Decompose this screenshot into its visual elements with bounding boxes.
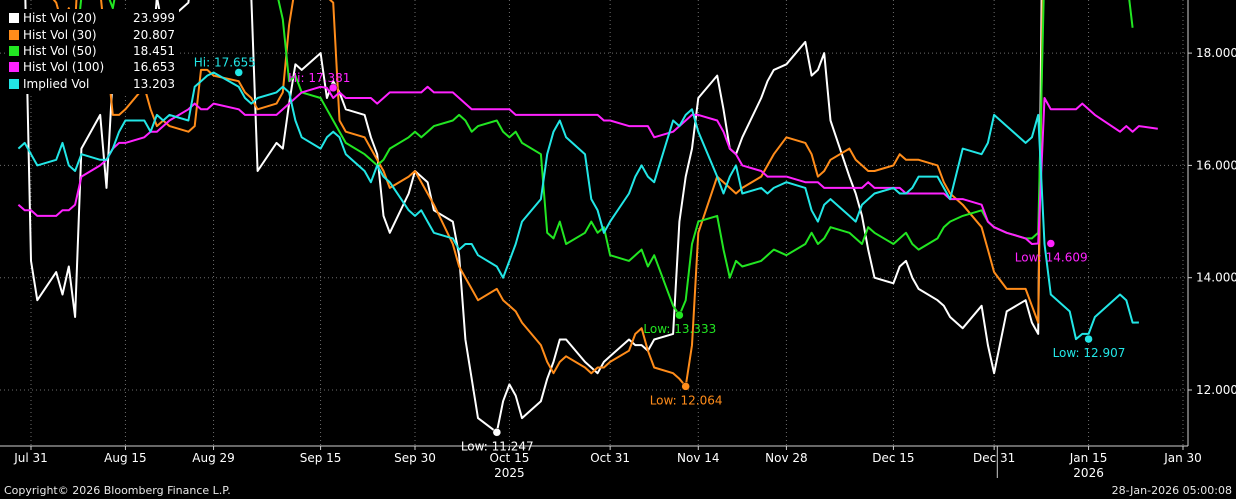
x-tick-label: Oct 31 bbox=[590, 451, 630, 465]
legend-item: Hist Vol (100) 16.653 bbox=[9, 59, 175, 75]
annotation-label: Low: 11.247 bbox=[461, 439, 534, 453]
y-tick-label: 18.000 bbox=[1196, 46, 1236, 60]
annotation-label: Low: 12.064 bbox=[650, 393, 723, 407]
y-tick-label: 14.000 bbox=[1196, 271, 1236, 285]
annotation-marker bbox=[234, 68, 243, 77]
volatility-chart: 12.00014.00016.00018.00020.00022.00024.0… bbox=[0, 0, 1236, 482]
legend: Hist Vol (20) 23.999 Hist Vol (30) 20.80… bbox=[5, 9, 179, 94]
legend-series-name: Hist Vol (50) bbox=[23, 43, 97, 58]
annotation-marker bbox=[492, 428, 502, 437]
legend-swatch bbox=[9, 78, 19, 89]
legend-item: Implied Vol 13.203 bbox=[9, 76, 175, 92]
footer: Copyright© 2026 Bloomberg Finance L.P. 2… bbox=[0, 482, 1236, 499]
legend-series-value: 23.999 bbox=[133, 11, 175, 26]
annotation-marker bbox=[681, 382, 690, 391]
legend-series-value: 16.653 bbox=[133, 60, 175, 75]
x-tick-label: Dec 15 bbox=[872, 451, 914, 465]
x-tick-label: Jul 31 bbox=[13, 451, 48, 465]
legend-series-name: Hist Vol (20) bbox=[23, 11, 97, 26]
x-tick-label: Jan 30 bbox=[1163, 451, 1202, 465]
x-tick-label: Sep 30 bbox=[394, 451, 436, 465]
annotation-marker bbox=[675, 310, 684, 320]
annotation-label: Low: 14.609 bbox=[1015, 251, 1088, 265]
x-year-label: 2026 bbox=[1073, 466, 1104, 480]
legend-swatch bbox=[9, 45, 19, 56]
x-tick-label: Nov 28 bbox=[765, 451, 808, 465]
annotation-marker bbox=[1046, 239, 1056, 248]
legend-swatch bbox=[9, 13, 19, 24]
x-tick-label: Aug 29 bbox=[192, 451, 235, 465]
annotation-label: Hi: 17.655 bbox=[194, 55, 256, 69]
timestamp-text: 28-Jan-2026 05:00:08 bbox=[1111, 484, 1232, 497]
y-tick-label: 16.000 bbox=[1196, 158, 1236, 172]
y-tick-label: 12.000 bbox=[1196, 383, 1236, 397]
x-tick-label: Aug 15 bbox=[104, 451, 147, 465]
legend-series-value: 20.807 bbox=[133, 27, 175, 42]
x-tick-label: Sep 15 bbox=[300, 451, 342, 465]
legend-series-name: Implied Vol bbox=[23, 76, 90, 91]
legend-item: Hist Vol (50) 18.451 bbox=[9, 43, 175, 59]
annotation-label: Low: 12.907 bbox=[1053, 346, 1126, 360]
x-tick-label: Jan 15 bbox=[1069, 451, 1108, 465]
x-year-label: 2025 bbox=[494, 466, 525, 480]
legend-series-name: Hist Vol (30) bbox=[23, 27, 97, 42]
legend-item: Hist Vol (20) 23.999 bbox=[9, 10, 175, 26]
legend-series-value: 13.203 bbox=[133, 76, 175, 91]
annotation-marker bbox=[1084, 334, 1093, 344]
copyright-text: Copyright© 2026 Bloomberg Finance L.P. bbox=[4, 484, 231, 497]
annotation-label: Hi: 17.381 bbox=[288, 71, 350, 85]
annotation-label: Low: 13.333 bbox=[643, 322, 716, 336]
legend-series-value: 18.451 bbox=[133, 43, 175, 58]
annotation-marker bbox=[328, 83, 338, 93]
x-tick-label: Nov 14 bbox=[677, 451, 720, 465]
legend-swatch bbox=[9, 62, 19, 73]
legend-item: Hist Vol (30) 20.807 bbox=[9, 26, 175, 42]
x-tick-label: Dec 31 bbox=[973, 451, 1015, 465]
legend-series-name: Hist Vol (100) bbox=[23, 60, 105, 75]
legend-swatch bbox=[9, 29, 19, 40]
